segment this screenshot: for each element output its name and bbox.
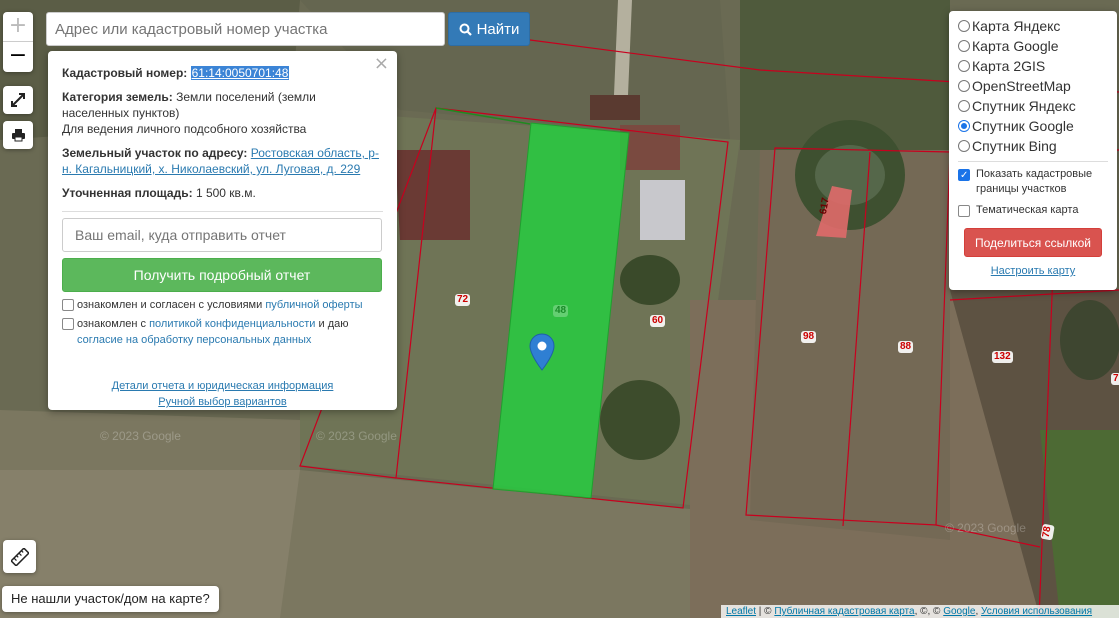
divider [62,211,383,212]
attrib-text: , ©, © [914,606,944,617]
radio-button[interactable] [958,120,970,132]
radio-button[interactable] [958,40,970,52]
watermark-text: © 2023 Google [100,429,181,443]
watermark-text: © 2023 Google [316,429,397,443]
divider [958,161,1108,162]
address-row: Земельный участок по адресу: Ростовская … [62,145,383,177]
get-report-button[interactable]: Получить подробный отчет [62,258,382,292]
report-details-link[interactable]: Детали отчета и юридическая информация [62,378,383,394]
parcel-label: 72 [455,294,471,306]
layer-option-google-map[interactable]: Карта Google [958,36,1108,56]
parcel-label: 7 [1111,373,1119,385]
radio-button[interactable] [958,80,970,92]
privacy-text-mid: и даю [318,318,349,330]
show-borders-option[interactable]: Показать кадастровые границы участков [958,167,1108,197]
layer-option-label: Карта Google [972,38,1059,54]
show-borders-checkbox[interactable] [958,168,970,183]
parcel-label: 98 [801,331,817,343]
attrib-text: | © [756,606,775,617]
cadnum-value[interactable]: 61:14:0050701:48 [190,66,290,80]
setup-map-link[interactable]: Настроить карту [958,265,1108,277]
print-button[interactable] [3,121,33,149]
fullscreen-button[interactable] [3,86,33,114]
radio-button[interactable] [958,100,970,112]
popup-footer-links: Детали отчета и юридическая информация Р… [62,378,383,410]
search-button-label: Найти [476,20,520,38]
parcel-label: 132 [992,351,1013,363]
watermark-text: © 2023 Google [945,521,1026,535]
layers-panel: Карта Яндекс Карта Google Карта 2GIS Ope… [949,11,1117,290]
show-borders-label: Показать кадастровые границы участков [976,168,1093,195]
layer-option-label: Карта 2GIS [972,58,1046,74]
printer-icon [11,129,25,142]
privacy-agreement: ознакомлен с политикой конфиденциальност… [62,316,383,348]
layer-option-yandex-map[interactable]: Карта Яндекс [958,16,1108,36]
layer-option-label: Спутник Яндекс [972,98,1076,114]
share-link-button[interactable]: Поделиться ссылкой [964,228,1102,257]
google-link[interactable]: Google [943,606,975,617]
thematic-map-checkbox[interactable] [958,205,970,217]
layer-option-osm[interactable]: OpenStreetMap [958,76,1108,96]
offer-agreement: ознакомлен и согласен с условиями публич… [62,297,383,313]
offer-link[interactable]: публичной оферты [265,299,362,311]
ruler-icon [10,547,29,566]
privacy-link[interactable]: политикой конфиденциальности [149,318,315,330]
terms-link[interactable]: Условия использования [981,606,1092,617]
basemap-options: Карта Яндекс Карта Google Карта 2GIS Ope… [958,16,1108,156]
zoom-out-button[interactable]: − [3,42,33,72]
address-label: Земельный участок по адресу: [62,146,248,160]
category-label: Категория земель: [62,90,173,104]
parcel-label: 48 [553,305,569,317]
zoom-control: + − [3,12,33,72]
category-row: Категория земель: Земли поселений (земли… [62,89,383,137]
thematic-map-option[interactable]: Тематическая карта [958,203,1108,218]
expand-icon [11,93,25,107]
map-pin-icon[interactable] [529,333,555,371]
thematic-map-label: Тематическая карта [976,204,1079,216]
radio-button[interactable] [958,140,970,152]
search-icon [459,23,472,36]
consent-link[interactable]: согласие на обработку персональных данны… [77,334,311,346]
privacy-checkbox[interactable] [62,318,74,330]
email-field[interactable] [62,218,382,252]
layer-option-label: Спутник Bing [972,138,1057,154]
area-row: Уточненная площадь: 1 500 кв.м. [62,185,383,201]
close-icon[interactable]: × [374,55,389,73]
map-attribution: Leaflet | © Публичная кадастровая карта,… [721,605,1119,618]
cadnum-label: Кадастровый номер: [62,66,188,80]
layer-option-label: Карта Яндекс [972,18,1061,34]
area-label: Уточненная площадь: [62,186,193,200]
layer-option-2gis-map[interactable]: Карта 2GIS [958,56,1108,76]
leaflet-link[interactable]: Leaflet [726,606,756,617]
layer-option-bing-satellite[interactable]: Спутник Bing [958,136,1108,156]
offer-text: ознакомлен и согласен с условиями [77,299,263,311]
search-input[interactable] [46,12,445,46]
cadnum-row: Кадастровый номер: 61:14:0050701:48 [62,65,383,81]
privacy-text: ознакомлен с [77,318,147,330]
zoom-in-button[interactable]: + [3,12,33,42]
parcel-label: 60 [650,315,666,327]
radio-button[interactable] [958,20,970,32]
parcel-info-popup: × Кадастровый номер: 61:14:0050701:48 Ка… [48,51,397,410]
usage-value: Для ведения личного подсобного хозяйства [62,122,307,136]
search-button[interactable]: Найти [448,12,530,46]
not-found-button[interactable]: Не нашли участок/дом на карте? [2,586,219,612]
manual-choice-link[interactable]: Ручной выбор вариантов [62,394,383,410]
offer-checkbox[interactable] [62,299,74,311]
layer-option-label: OpenStreetMap [972,78,1071,94]
layer-option-google-satellite[interactable]: Спутник Google [958,116,1108,136]
layer-option-label: Спутник Google [972,118,1074,134]
area-value: 1 500 кв.м. [195,186,256,200]
radio-button[interactable] [958,60,970,72]
layer-option-yandex-satellite[interactable]: Спутник Яндекс [958,96,1108,116]
measure-button[interactable] [3,540,36,573]
parcel-label: 88 [898,341,914,353]
pkk-link[interactable]: Публичная кадастровая карта [774,606,914,617]
